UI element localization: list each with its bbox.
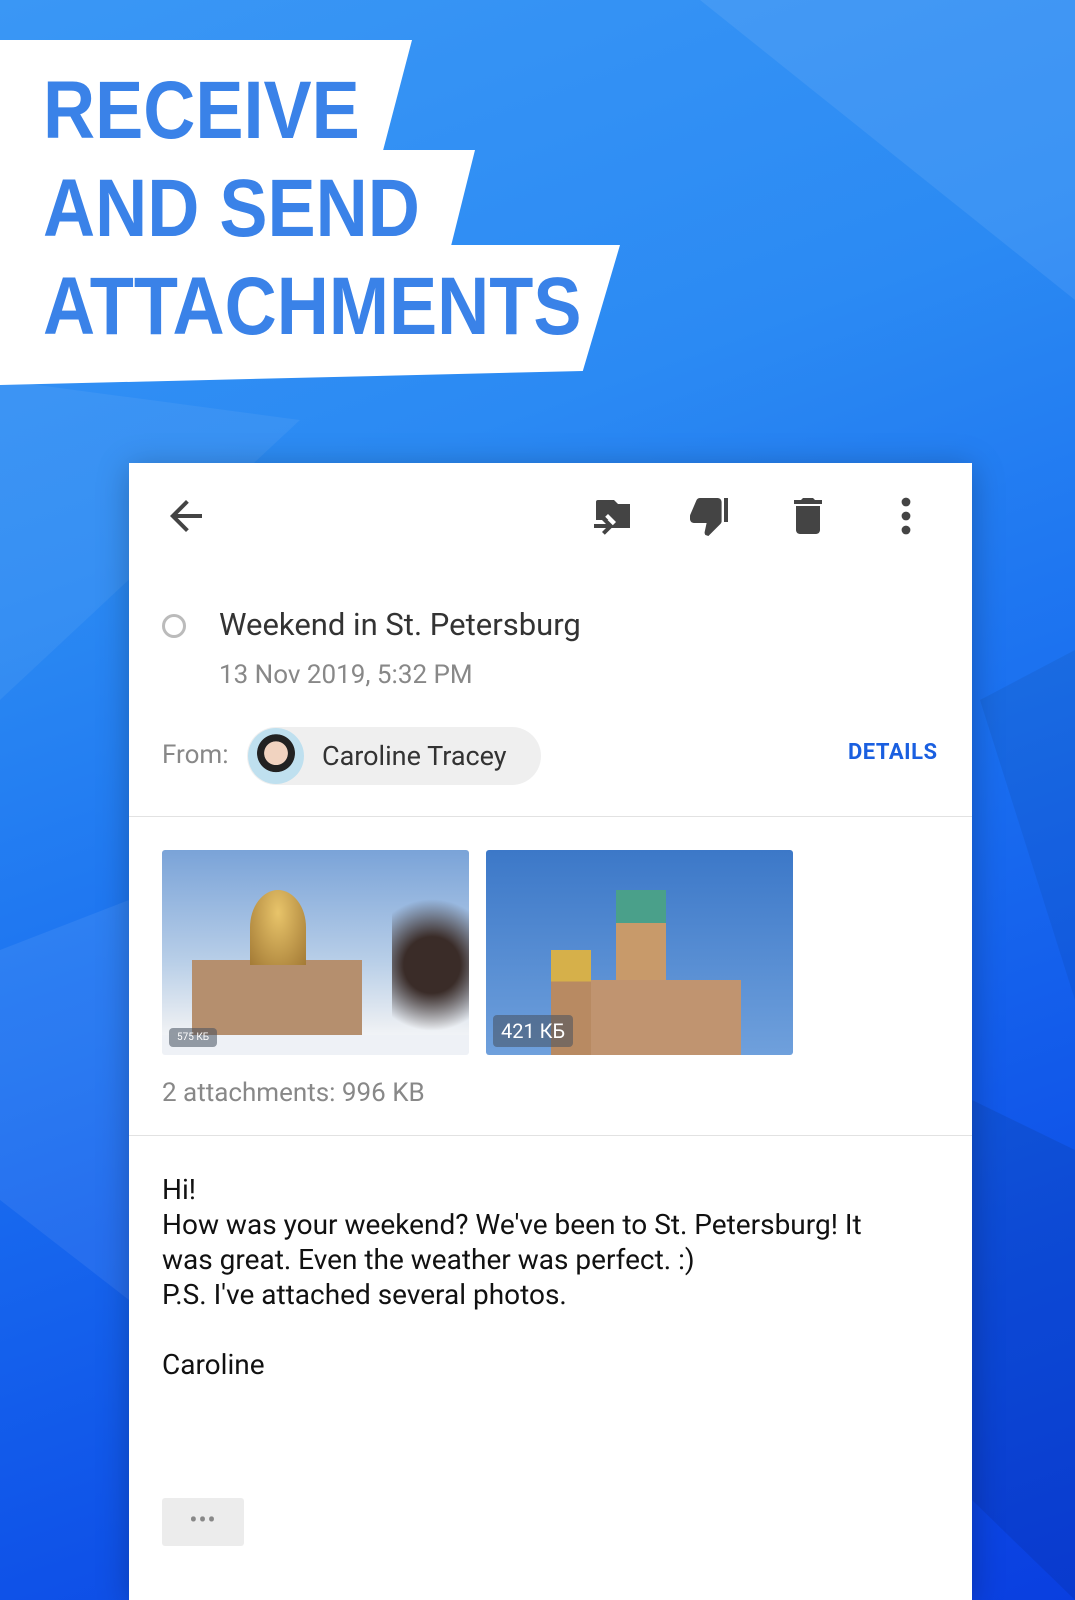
attachment-size: 421 КБ bbox=[493, 1015, 574, 1047]
trash-icon[interactable] bbox=[784, 492, 832, 540]
email-body: Hi! How was your weekend? We've been to … bbox=[162, 1173, 862, 1381]
headline-line: RECEIVE bbox=[43, 65, 360, 156]
sender-name[interactable]: Caroline Tracey bbox=[322, 740, 507, 772]
details-link[interactable]: DETAILS bbox=[848, 740, 938, 765]
avatar bbox=[248, 728, 304, 784]
attachments-summary: 2 attachments: 996 KB bbox=[162, 1078, 425, 1108]
attachment-thumbnail[interactable]: 421 КБ bbox=[486, 850, 793, 1055]
from-label: From: bbox=[162, 740, 229, 770]
headline-line: AND SEND bbox=[43, 163, 420, 254]
attachment-size: 575 КБ bbox=[169, 1028, 218, 1047]
headline-line: ATTACHMENTS bbox=[43, 261, 582, 352]
show-quoted-button[interactable]: ••• bbox=[162, 1498, 244, 1546]
thumbs-down-icon[interactable] bbox=[686, 492, 734, 540]
arrow-back-icon[interactable] bbox=[162, 492, 210, 540]
headline: RECEIVE AND SEND ATTACHMENTS bbox=[43, 62, 581, 356]
divider bbox=[129, 1135, 972, 1136]
move-to-folder-icon[interactable] bbox=[588, 492, 636, 540]
divider bbox=[129, 816, 972, 817]
more-vert-icon[interactable] bbox=[882, 492, 930, 540]
unread-toggle[interactable] bbox=[162, 614, 186, 638]
email-date: 13 Nov 2019, 5:32 PM bbox=[219, 660, 473, 690]
email-subject: Weekend in St. Petersburg bbox=[219, 606, 581, 643]
attachment-thumbnail[interactable]: 575 КБ bbox=[162, 850, 469, 1055]
